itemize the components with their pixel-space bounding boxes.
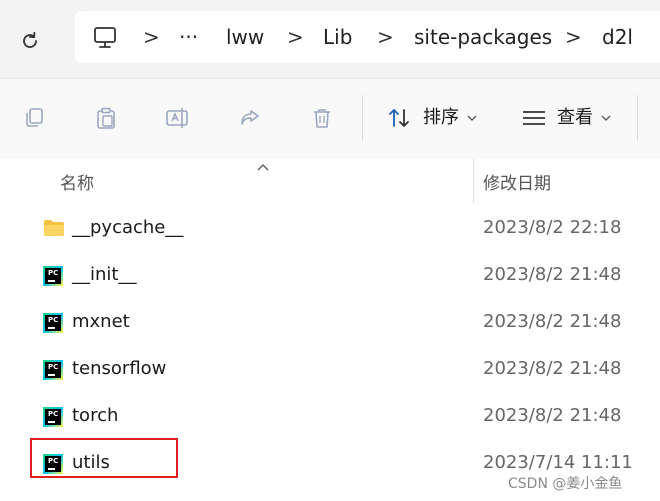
this-pc-icon[interactable]: [92, 25, 118, 55]
address-bar[interactable]: > ··· lww > Lib > site-packages > d2l: [75, 11, 660, 63]
delete-icon[interactable]: [308, 104, 336, 132]
pycharm-file-icon: PC: [43, 360, 63, 380]
refresh-icon[interactable]: [14, 25, 46, 57]
file-name: mxnet: [72, 311, 130, 332]
list-item-mxnet[interactable]: PC mxnet 2023/8/2 21:48: [20, 301, 660, 345]
list-item-tensorflow[interactable]: PC tensorflow 2023/8/2 21:48: [20, 348, 660, 392]
toolbar-divider: [637, 95, 638, 141]
sort-ascending-icon: [256, 157, 270, 176]
breadcrumb-separator[interactable]: >: [143, 25, 160, 49]
address-bar-row: > ··· lww > Lib > site-packages > d2l: [0, 0, 660, 78]
paste-icon[interactable]: [92, 104, 120, 132]
sort-icon[interactable]: [386, 104, 414, 132]
view-icon[interactable]: [520, 104, 548, 132]
column-header-row: 名称 修改日期: [0, 159, 660, 203]
command-bar: 排序 查看: [0, 78, 660, 160]
list-item-pycache[interactable]: __pycache__ 2023/8/2 22:18: [20, 207, 660, 251]
share-icon[interactable]: [236, 104, 264, 132]
column-header-name[interactable]: 名称: [60, 169, 94, 194]
breadcrumb-d2l[interactable]: d2l: [602, 24, 633, 50]
file-name: __init__: [72, 264, 137, 285]
copy-icon[interactable]: [20, 104, 48, 132]
watermark: CSDN @姜小金鱼: [508, 476, 623, 492]
folder-icon: [43, 219, 64, 239]
file-name: __pycache__: [72, 217, 184, 238]
pycharm-file-icon: PC: [43, 266, 63, 286]
breadcrumb-separator[interactable]: >: [377, 25, 394, 49]
view-button[interactable]: 查看: [557, 106, 593, 130]
highlight-box: [30, 438, 178, 478]
column-divider[interactable]: [473, 159, 474, 203]
chevron-down-icon[interactable]: [462, 104, 482, 132]
file-name: tensorflow: [72, 358, 167, 379]
file-date-modified: 2023/8/2 21:48: [483, 311, 622, 332]
breadcrumb-lib[interactable]: Lib: [323, 24, 352, 50]
file-date-modified: 2023/8/2 21:48: [483, 264, 622, 285]
column-header-date-modified[interactable]: 修改日期: [483, 169, 551, 194]
breadcrumb-lww[interactable]: lww: [226, 24, 264, 50]
file-date-modified: 2023/8/2 21:48: [483, 405, 622, 426]
pycharm-file-icon: PC: [43, 407, 63, 427]
file-date-modified: 2023/8/2 22:18: [483, 217, 622, 238]
rename-icon[interactable]: [164, 104, 192, 132]
breadcrumb-separator[interactable]: >: [287, 25, 304, 49]
breadcrumb-site-packages[interactable]: site-packages: [414, 24, 552, 50]
file-date-modified: 2023/7/14 11:11: [483, 452, 633, 473]
list-item-init[interactable]: PC __init__ 2023/8/2 21:48: [20, 254, 660, 298]
chevron-down-icon[interactable]: [596, 104, 616, 132]
list-item-torch[interactable]: PC torch 2023/8/2 21:48: [20, 395, 660, 439]
breadcrumb-overflow[interactable]: ···: [179, 24, 198, 50]
sort-button[interactable]: 排序: [423, 106, 459, 130]
file-date-modified: 2023/8/2 21:48: [483, 358, 622, 379]
toolbar-divider: [362, 95, 363, 141]
breadcrumb-separator[interactable]: >: [565, 25, 582, 49]
pycharm-file-icon: PC: [43, 313, 63, 333]
file-name: torch: [72, 405, 119, 426]
